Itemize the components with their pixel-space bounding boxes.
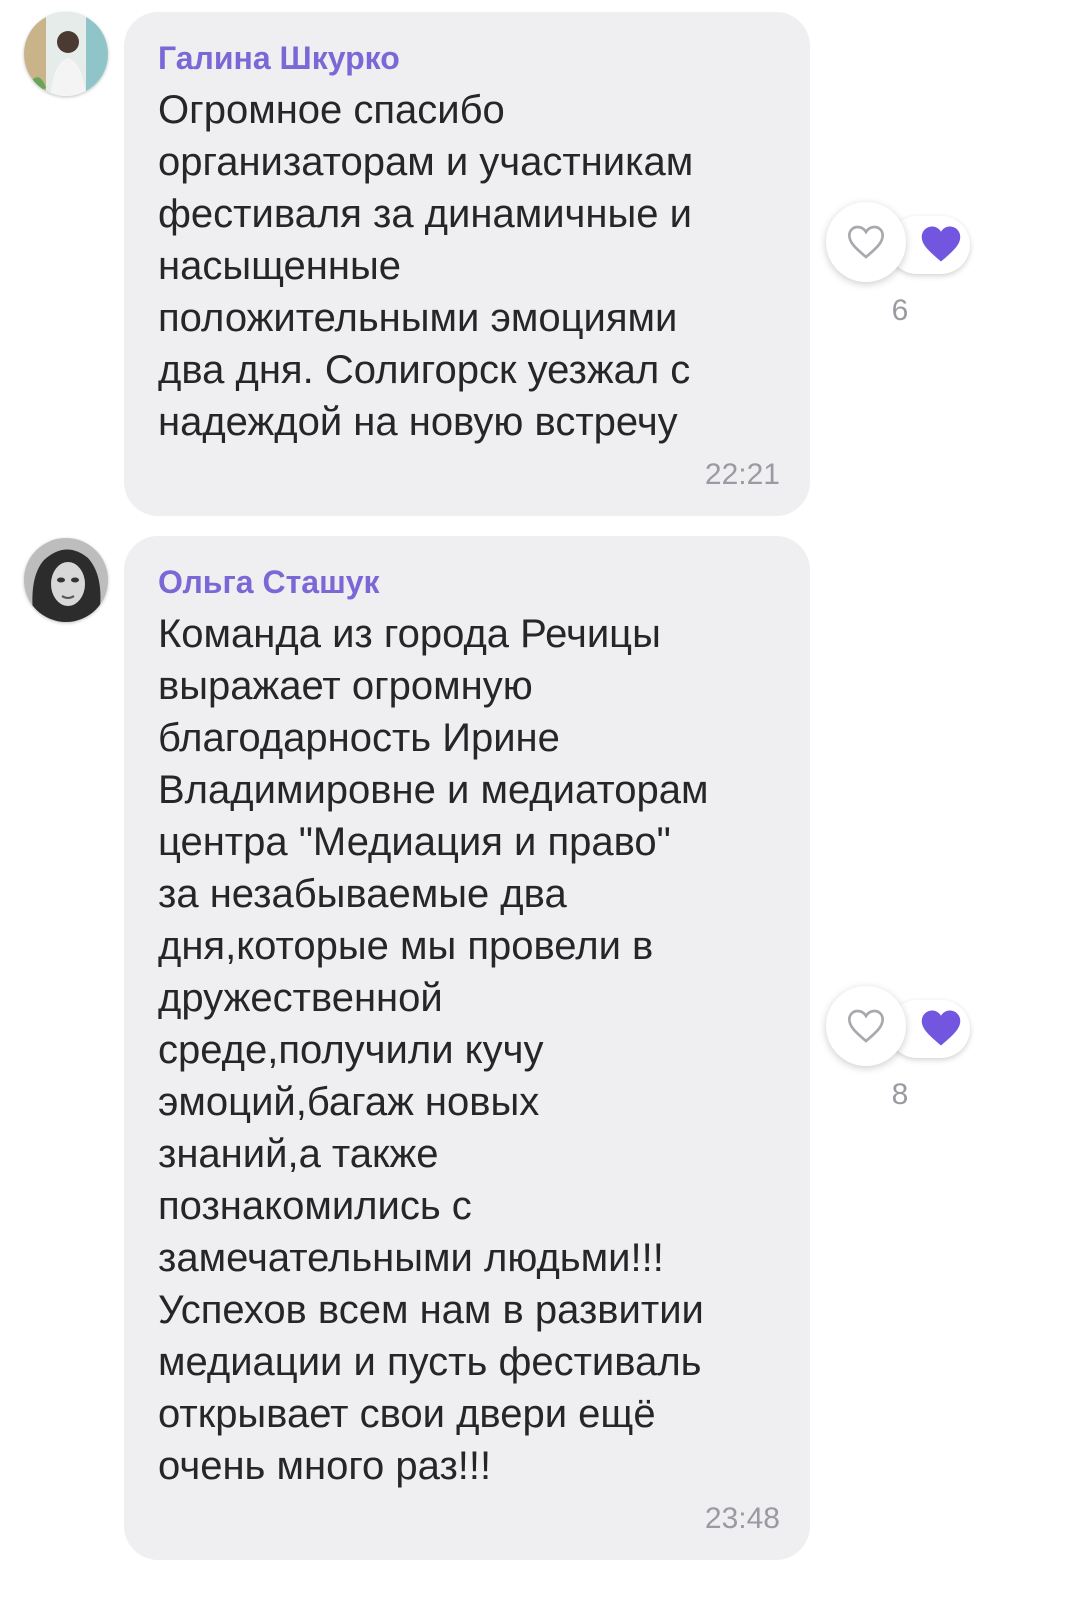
heart-outline-icon [847,225,885,259]
message-bubble[interactable]: Ольга Сташук Команда из города Речицы вы… [124,536,810,1560]
reactions: 6 [826,202,976,327]
message-text: Команда из города Речицы выражает огромн… [158,612,709,1488]
like-button[interactable] [826,986,906,1066]
sender-name[interactable]: Галина Шкурко [158,38,780,78]
like-count: 8 [891,1078,909,1111]
avatar[interactable] [24,538,108,622]
heart-filled-icon [921,226,961,262]
heart-outline-icon [847,1009,885,1043]
message-time: 22:21 [704,458,780,491]
like-count: 6 [891,294,909,327]
reactions: 8 [826,986,976,1111]
heart-filled-icon [921,1010,961,1046]
avatar[interactable] [24,12,108,96]
like-button[interactable] [826,202,906,282]
message-time: 23:48 [704,1502,780,1535]
message-bubble[interactable]: Галина Шкурко Огромное спасибо организат… [124,12,810,516]
user-avatar-icon [24,538,108,622]
sender-name[interactable]: Ольга Сташук [158,562,780,602]
message-text: Огромное спасибо организаторам и участни… [158,88,694,444]
user-avatar-icon [24,12,108,96]
